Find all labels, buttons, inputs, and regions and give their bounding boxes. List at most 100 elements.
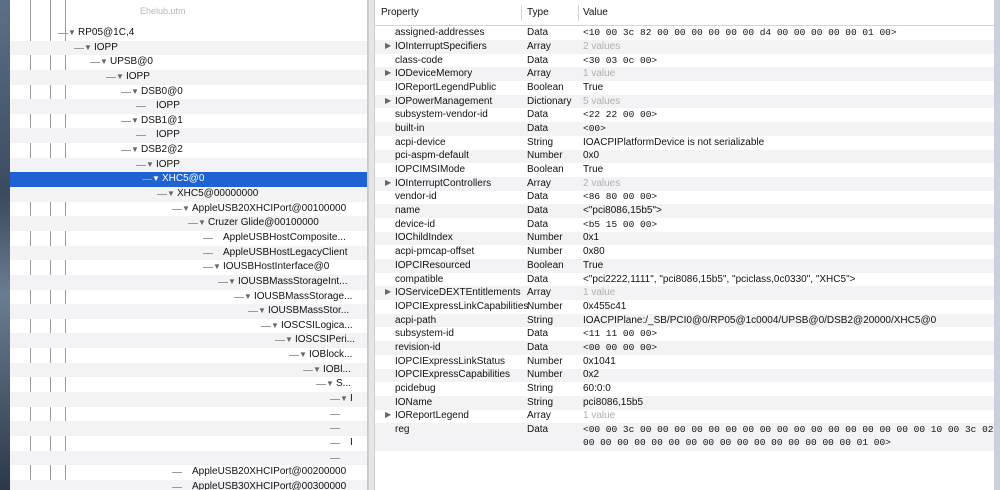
property-row[interactable]: compatible Data <"pci2222,1111", "pci8086,… xyxy=(375,273,994,287)
property-name: class-code xyxy=(395,54,443,66)
tree-row[interactable]: ▼ AppleUSB20XHCIPort@00100000 xyxy=(10,202,367,217)
tree-row[interactable]: ▼ UPSB@0 xyxy=(10,55,367,70)
property-row[interactable]: revision-id Data <00 00 00 00> xyxy=(375,341,994,355)
disclosure-triangle-icon[interactable]: ▼ xyxy=(198,216,206,231)
tree-row[interactable]: ▼ IOUSBMassStorage... xyxy=(10,290,367,305)
tree-row[interactable]: ▼ IOSCSIPeri... xyxy=(10,333,367,349)
tree-row[interactable]: AppleUSBHostLegacyClient xyxy=(10,245,367,261)
tree-row[interactable] xyxy=(10,450,367,466)
tree-row[interactable]: ▼ IOUSBMassStor... xyxy=(10,304,367,319)
property-row[interactable]: pcidebug String 60:0:0 xyxy=(375,382,994,396)
tree-row[interactable] xyxy=(10,421,367,436)
property-row[interactable]: IOPCIExpressLinkStatus Number 0x1041 xyxy=(375,355,994,369)
column-separator[interactable] xyxy=(578,5,579,21)
property-row[interactable]: reg Data <00 00 3c 00 00 00 00 00 00 00 00… xyxy=(375,423,994,452)
property-row[interactable]: subsystem-id Data <11 11 00 00> xyxy=(375,327,994,341)
disclosure-triangle-icon[interactable]: ▼ xyxy=(258,304,266,319)
tree-row[interactable]: IOPP xyxy=(10,99,367,114)
property-row[interactable]: IOReportLegendPublic Boolean True xyxy=(375,81,994,95)
tree-row[interactable]: ▼ S... xyxy=(10,377,367,392)
split-divider[interactable] xyxy=(368,0,375,490)
property-row[interactable]: acpi-path String IOACPIPlane:/_SB/PCI0@0/R… xyxy=(375,313,994,328)
disclosure-triangle-icon[interactable]: ▶ xyxy=(385,410,391,419)
disclosure-triangle-icon[interactable]: ▼ xyxy=(213,260,221,275)
disclosure-triangle-icon[interactable]: ▼ xyxy=(182,202,190,217)
property-row[interactable]: IOChildIndex Number 0x1 xyxy=(375,231,994,246)
disclosure-triangle-icon[interactable]: ▼ xyxy=(116,70,124,85)
disclosure-triangle-icon[interactable]: ▼ xyxy=(228,275,236,290)
disclosure-triangle-icon[interactable]: ▼ xyxy=(146,158,154,173)
tree-row[interactable]: IOPP xyxy=(10,128,367,144)
disclosure-triangle-icon[interactable]: ▶ xyxy=(385,41,391,50)
property-row[interactable]: subsystem-vendor-id Data <22 22 00 00> xyxy=(375,108,994,122)
disclosure-triangle-icon[interactable]: ▼ xyxy=(152,172,160,187)
tree-row[interactable]: ▼ DSB2@2 xyxy=(10,143,367,158)
tree-row[interactable]: ▼ IOPP xyxy=(10,157,367,173)
property-row[interactable]: IOPCIMSIMode Boolean True xyxy=(375,163,994,177)
tree-row[interactable]: AppleUSB20XHCIPort@00200000 xyxy=(10,465,367,480)
property-row[interactable]: IOName String pci8086,15b5 xyxy=(375,395,994,410)
property-row[interactable]: vendor-id Data <86 80 00 00> xyxy=(375,191,994,205)
disclosure-triangle-icon[interactable]: ▶ xyxy=(385,287,391,296)
disclosure-triangle-icon[interactable]: ▼ xyxy=(167,187,175,202)
disclosure-triangle-icon[interactable]: ▼ xyxy=(68,26,76,41)
property-row[interactable]: ▶ IOInterruptSpecifiers Array 2 values xyxy=(375,40,994,54)
tree-row[interactable]: ▼ IOUSBHostInterface@0 xyxy=(10,260,367,275)
property-row[interactable]: assigned-addresses Data <10 00 3c 82 00 00… xyxy=(375,26,994,40)
property-table[interactable]: Property Type Value assigned-addresses Da… xyxy=(375,0,994,490)
property-row[interactable]: pci-aspm-default Number 0x0 xyxy=(375,149,994,164)
property-row[interactable]: name Data <"pci8086,15b5"> xyxy=(375,204,994,218)
property-row[interactable]: ▶ IODeviceMemory Array 1 value xyxy=(375,67,994,82)
tree-row[interactable]: ▼ IOUSBMassStorageInt... xyxy=(10,274,367,290)
property-row[interactable]: device-id Data <b5 15 00 00> xyxy=(375,218,994,232)
property-row[interactable]: acpi-pmcap-offset Number 0x80 xyxy=(375,245,994,259)
property-row[interactable]: ▶ IOReportLegend Array 1 value xyxy=(375,410,994,424)
tree-row[interactable]: ▼ XHC5@00000000 xyxy=(10,187,367,202)
property-row[interactable]: built-in Data <00> xyxy=(375,122,994,136)
tree-row[interactable]: I xyxy=(10,436,367,451)
disclosure-triangle-icon[interactable]: ▼ xyxy=(271,319,279,334)
tree-row[interactable]: ▼ I xyxy=(10,392,367,407)
tree-row[interactable]: AppleUSB30XHCIPort@00300000 xyxy=(10,479,367,490)
disclosure-triangle-icon[interactable]: ▼ xyxy=(84,41,92,56)
disclosure-triangle-icon[interactable]: ▼ xyxy=(244,290,252,305)
disclosure-triangle-icon[interactable]: ▼ xyxy=(326,377,334,392)
column-separator[interactable] xyxy=(521,5,522,21)
column-header-type[interactable]: Type xyxy=(527,0,549,26)
disclosure-triangle-icon[interactable]: ▶ xyxy=(385,96,391,105)
tree-row[interactable]: ▼ RP05@1C,4 xyxy=(10,26,367,41)
disclosure-triangle-icon[interactable]: ▼ xyxy=(313,363,321,378)
tree-row[interactable]: AppleUSBHostComposite... xyxy=(10,231,367,246)
property-row[interactable]: ▶ IOInterruptControllers Array 2 values xyxy=(375,176,994,191)
tree-row[interactable]: ▼ Cruzer Glide@00100000 xyxy=(10,216,367,231)
disclosure-triangle-icon[interactable]: ▼ xyxy=(285,333,293,348)
column-header-property[interactable]: Property xyxy=(381,0,419,26)
disclosure-triangle-icon[interactable]: ▼ xyxy=(131,114,139,129)
tree-row[interactable]: ▼ DSB1@1 xyxy=(10,114,367,129)
tree-row[interactable] xyxy=(10,407,367,422)
disclosure-triangle-icon[interactable]: ▶ xyxy=(385,68,391,77)
tree-row[interactable]: ▼ XHC5@0 xyxy=(10,172,367,188)
property-row[interactable]: ▶ IOServiceDEXTEntitlements Array 1 value xyxy=(375,286,994,301)
disclosure-triangle-icon[interactable]: ▼ xyxy=(299,348,307,363)
tree-row[interactable]: ▼ IOSCSILogica... xyxy=(10,319,367,334)
tree-row[interactable]: ▼ DSB0@0 xyxy=(10,85,367,100)
disclosure-triangle-icon[interactable]: ▼ xyxy=(340,392,348,407)
property-row[interactable]: ▶ IOPowerManagement Dictionary 5 values xyxy=(375,94,994,109)
tree-row[interactable]: ▼ IOPP xyxy=(10,40,367,56)
tree-row[interactable]: ▼ IOPP xyxy=(10,69,367,85)
registry-tree[interactable]: Ehelub.utm ▼ RP05@1C,4 ▼ IOPP ▼ UPSB@0 ▼ IOPP ▼ D… xyxy=(10,0,368,490)
property-row[interactable]: IOPCIResourced Boolean True xyxy=(375,259,994,273)
disclosure-triangle-icon[interactable]: ▼ xyxy=(131,85,139,100)
column-header-value[interactable]: Value xyxy=(583,0,608,26)
property-type: Number xyxy=(527,355,563,367)
property-row[interactable]: IOPCIExpressCapabilities Number 0x2 xyxy=(375,368,994,383)
disclosure-triangle-icon[interactable]: ▶ xyxy=(385,178,391,187)
tree-row[interactable]: ▼ IOBl... xyxy=(10,362,367,378)
tree-row[interactable]: ▼ IOBlock... xyxy=(10,348,367,363)
disclosure-triangle-icon[interactable]: ▼ xyxy=(131,143,139,158)
property-row[interactable]: acpi-device String IOACPIPlatformDevice is… xyxy=(375,136,994,150)
property-row[interactable]: class-code Data <30 03 0c 00> xyxy=(375,54,994,68)
disclosure-triangle-icon[interactable]: ▼ xyxy=(100,55,108,70)
property-row[interactable]: IOPCIExpressLinkCapabilities Number 0x455c… xyxy=(375,300,994,314)
